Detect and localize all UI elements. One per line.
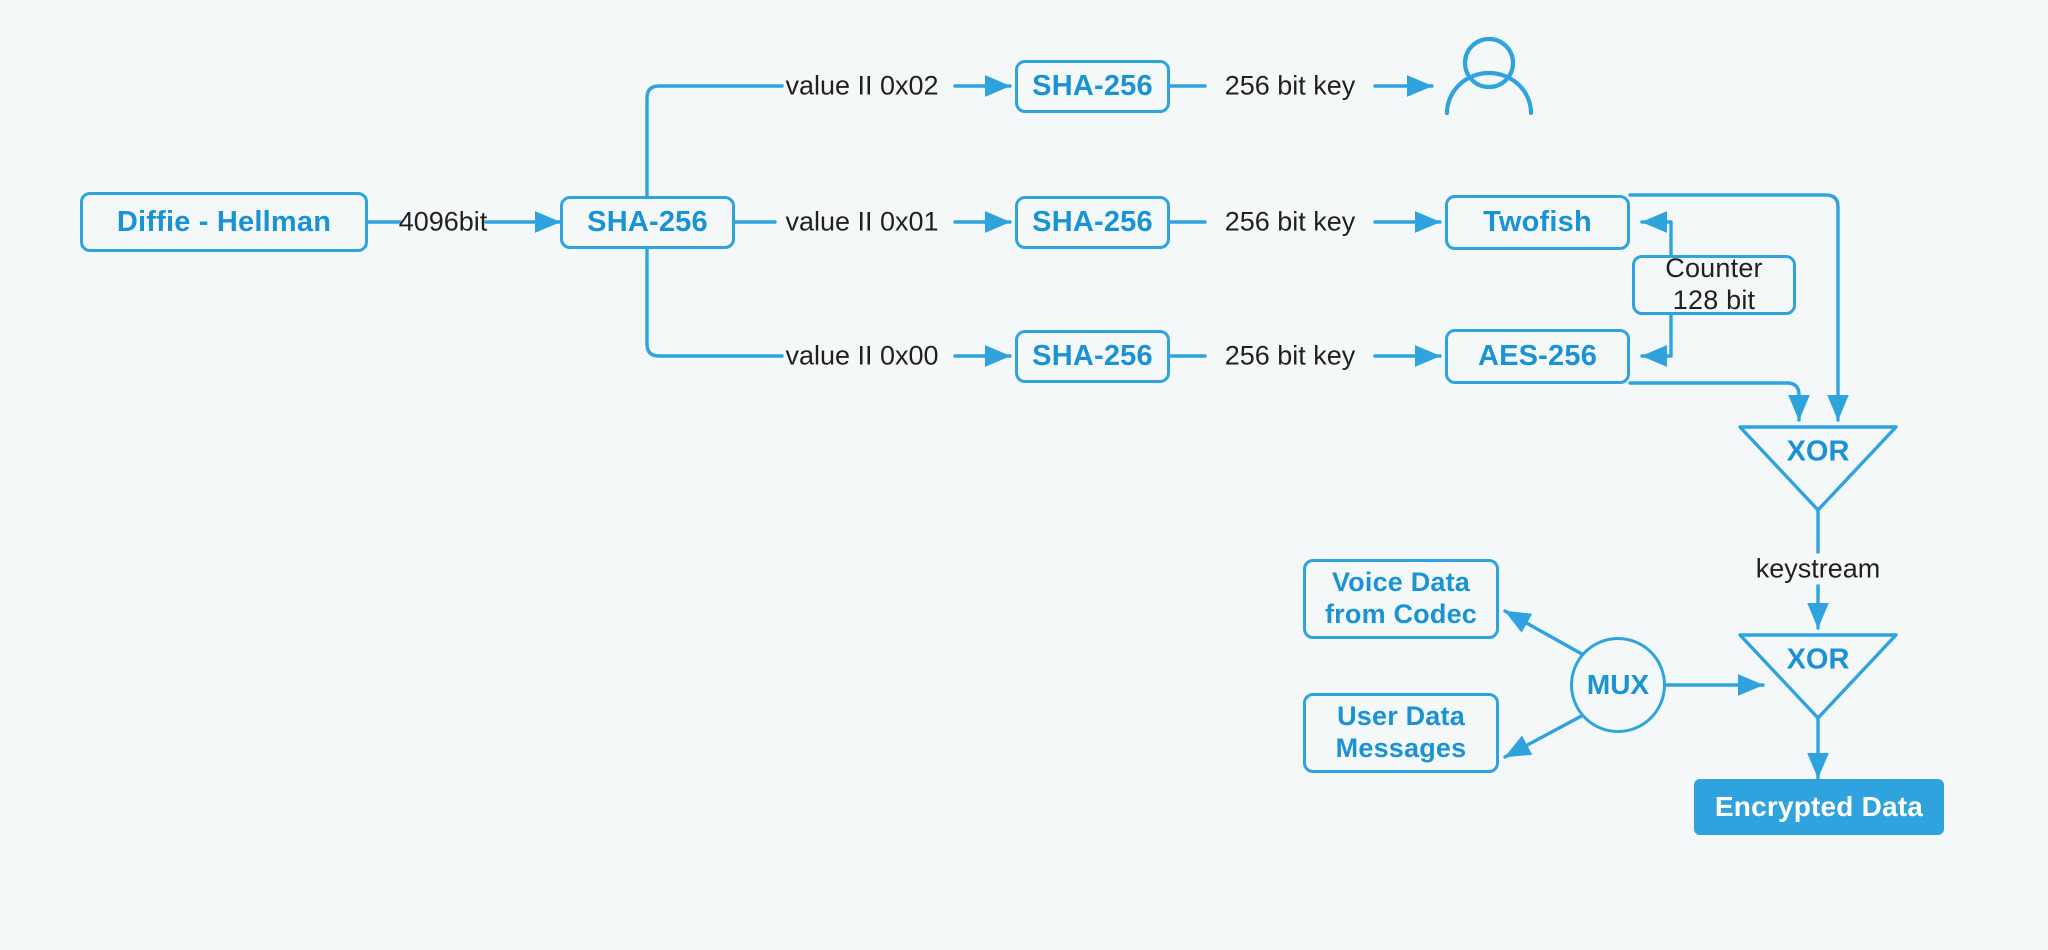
sha256-root-label: SHA-256: [587, 206, 708, 239]
sha256-bottom-label: SHA-256: [1032, 340, 1153, 373]
twofish-label: Twofish: [1483, 206, 1592, 239]
sha256-mid-label: SHA-256: [1032, 206, 1153, 239]
node-twofish[interactable]: Twofish: [1445, 195, 1630, 250]
node-voice-data[interactable]: Voice Data from Codec: [1303, 559, 1499, 639]
node-aes256[interactable]: AES-256: [1445, 329, 1630, 384]
node-sha256-root[interactable]: SHA-256: [560, 196, 735, 249]
wire-mux-to-userdata: [1503, 710, 1591, 759]
label-key-mid: 256 bit key: [1224, 206, 1356, 237]
diffie-hellman-label: Diffie - Hellman: [116, 205, 332, 238]
xor-bottom-label: XOR: [1786, 643, 1850, 676]
voice-data-label-line1: Voice Data: [1331, 567, 1471, 598]
counter-label-line1: Counter: [1665, 253, 1763, 284]
node-mux[interactable]: MUX: [1570, 637, 1666, 733]
aes256-label: AES-256: [1477, 340, 1598, 373]
label-keystream: keystream: [1747, 553, 1889, 585]
user-icon: [1444, 36, 1534, 116]
node-diffie-hellman[interactable]: Diffie - Hellman: [80, 192, 368, 252]
mux-label: MUX: [1586, 669, 1650, 700]
wire-sharoot-branch-top: [645, 84, 772, 198]
sha256-top-label: SHA-256: [1032, 70, 1153, 103]
node-sha256-top[interactable]: SHA-256: [1015, 60, 1170, 113]
diagram-canvas: Diffie - Hellman SHA-256 SHA-256 SHA-256…: [0, 0, 2048, 950]
user-data-label-line2: Messages: [1335, 733, 1467, 763]
label-key-bottom: 256 bit key: [1224, 340, 1356, 371]
xor-top-label: XOR: [1786, 435, 1850, 468]
wire-counter-to-aes: [1640, 310, 1673, 367]
label-key-top: 256 bit key: [1224, 70, 1356, 101]
node-encrypted-data[interactable]: Encrypted Data: [1694, 779, 1944, 835]
xor-bottom-triangle: [1738, 633, 1898, 720]
node-user-data[interactable]: User Data Messages: [1303, 693, 1499, 773]
node-sha256-bottom[interactable]: SHA-256: [1015, 330, 1170, 383]
label-branch-mid: value II 0x01: [785, 206, 939, 237]
xor-top-triangle: [1738, 425, 1898, 512]
label-branch-bottom: value II 0x00: [785, 340, 939, 371]
node-counter[interactable]: Counter 128 bit: [1632, 253, 1796, 315]
label-branch-top: value II 0x02: [785, 70, 939, 101]
encrypted-data-label: Encrypted Data: [1714, 791, 1924, 823]
wire-sharoot-branch-bot: [645, 247, 772, 358]
label-4096bit: 4096bit: [398, 206, 488, 237]
node-sha256-mid[interactable]: SHA-256: [1015, 196, 1170, 249]
voice-data-label-line2: from Codec: [1324, 599, 1478, 629]
wire-mux-to-voice: [1503, 609, 1591, 660]
counter-label-line2: 128 bit: [1672, 285, 1756, 315]
wire-aes-to-xortop: [1628, 381, 1810, 422]
user-data-label-line1: User Data: [1337, 701, 1465, 732]
